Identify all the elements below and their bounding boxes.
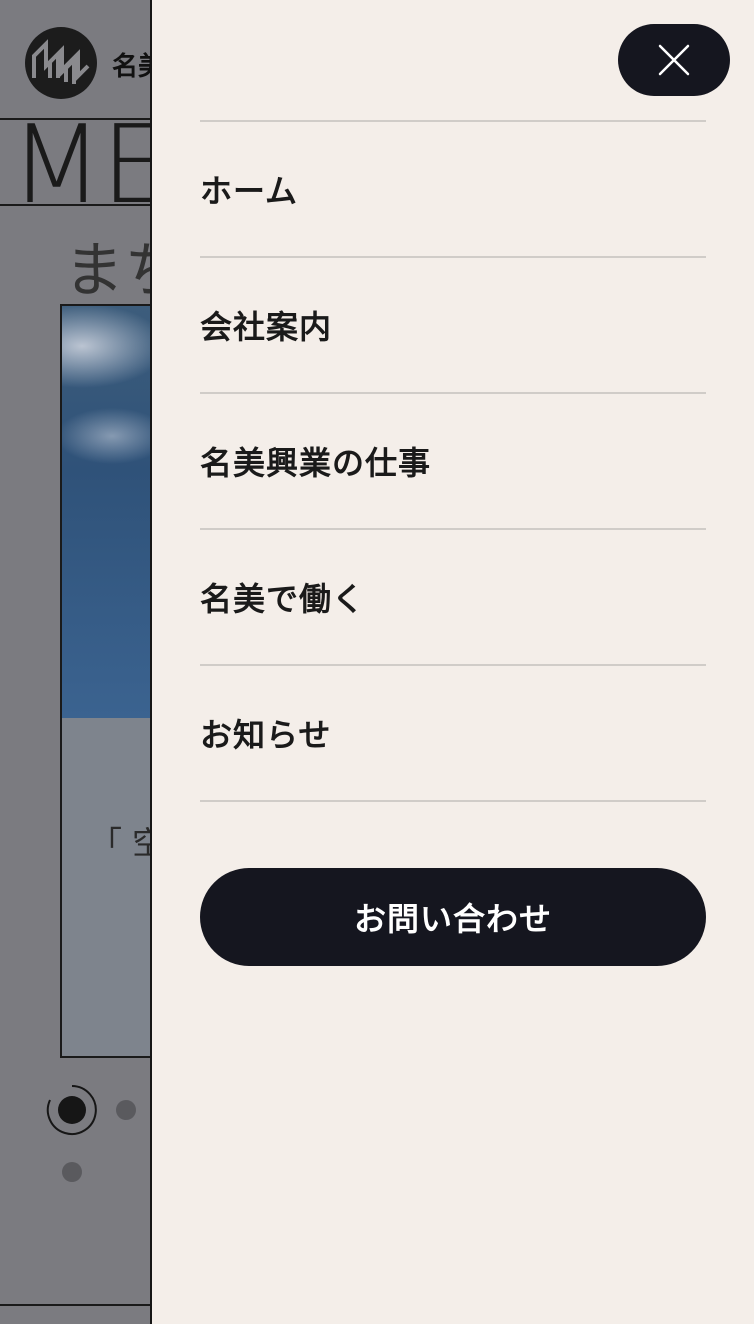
slider-dot[interactable] [116, 1100, 136, 1120]
menu-item-careers[interactable]: 名美で働く [200, 530, 706, 666]
menu-item-label: 会社案内 [200, 308, 333, 346]
navigation-drawer: ホーム 会社案内 名美興業の仕事 名美で働く お知らせ お問い合わせ [150, 0, 754, 1324]
menu-item-business[interactable]: 名美興業の仕事 [200, 394, 706, 530]
company-logo [25, 27, 97, 99]
contact-button[interactable]: お問い合わせ [200, 868, 706, 966]
menu-item-label: 名美興業の仕事 [200, 444, 432, 482]
slider-dot[interactable] [62, 1162, 82, 1182]
menu-item-label: 名美で働く [200, 580, 366, 618]
menu-item-label: お知らせ [200, 716, 332, 754]
close-button[interactable] [618, 24, 730, 96]
menu-item-label: ホーム [200, 172, 299, 210]
menu-item-home[interactable]: ホーム [200, 122, 706, 258]
divider-line [0, 1304, 160, 1306]
menu-item-company[interactable]: 会社案内 [200, 258, 706, 394]
menu-item-news[interactable]: お知らせ [200, 666, 706, 802]
slider-dot-active[interactable] [58, 1096, 86, 1124]
close-icon [658, 44, 690, 76]
menu-list: ホーム 会社案内 名美興業の仕事 名美で働く お知らせ [200, 120, 706, 802]
divider-line [0, 204, 160, 206]
